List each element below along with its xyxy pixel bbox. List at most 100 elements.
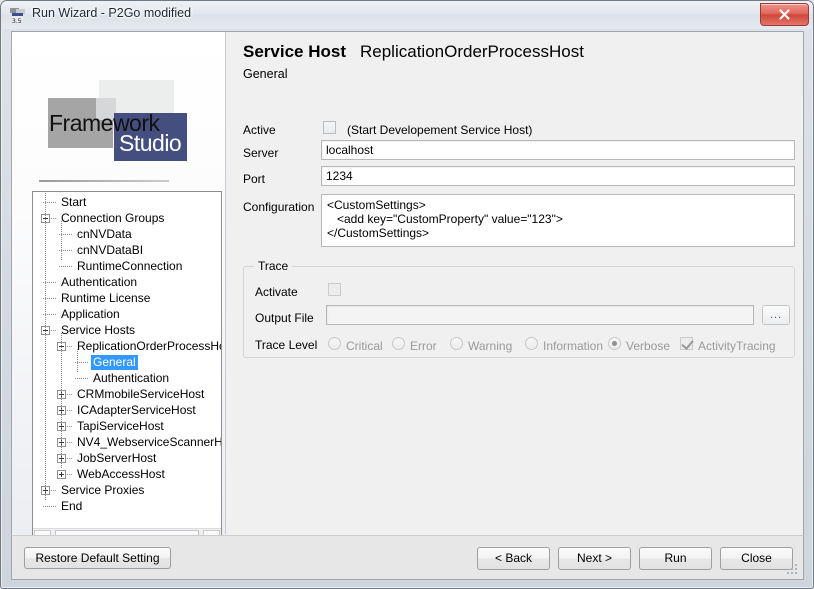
tree-item-label: Authentication [61, 275, 138, 289]
tree-item-application[interactable]: Application [33, 307, 221, 323]
trace-activate-label: Activate [255, 285, 298, 299]
server-label: Server [243, 146, 279, 160]
tree-connector [83, 378, 89, 379]
trace-level-warning-label: Warning [468, 339, 513, 353]
tree-connector [51, 330, 57, 331]
tree-item-label: JobServerHost [77, 451, 157, 465]
close-window-button[interactable] [760, 3, 809, 26]
tree-connector [51, 506, 57, 507]
trace-level-error-label: Error [410, 339, 437, 353]
tree-item-label: End [61, 499, 83, 513]
svg-text:3.5: 3.5 [12, 18, 22, 23]
tree-connector [51, 218, 57, 219]
tree-item-start[interactable]: Start [33, 195, 221, 211]
tree-item-label: TapiServiceHost [77, 419, 164, 433]
tree-item-label: Start [61, 195, 87, 209]
trace-level-information-label: Information [543, 339, 604, 353]
tree-connector [67, 458, 73, 459]
tree-item-label: ICAdapterServiceHost [77, 403, 196, 417]
tree-connector [51, 298, 57, 299]
expand-icon[interactable] [57, 470, 66, 479]
tree-connector [45, 192, 46, 501]
tree-item-authentication[interactable]: Authentication [33, 275, 221, 291]
tree-item-label: CRMmobileServiceHost [77, 387, 205, 401]
tree-connector [61, 333, 62, 469]
tree-connector [43, 506, 50, 507]
trace-level-error-radio[interactable] [392, 337, 405, 350]
resize-grip-icon[interactable] [787, 564, 799, 576]
tree-connector [83, 362, 89, 363]
trace-level-critical-label: Critical [346, 339, 383, 353]
tree-connector [67, 442, 73, 443]
logo-divider [39, 180, 169, 182]
title-bar: 3.5 Run Wizard - P2Go modified [1, 1, 813, 29]
window-title: Run Wizard - P2Go modified [32, 6, 192, 20]
tree-connector [59, 266, 66, 267]
close-icon [761, 4, 808, 25]
tree-item-label: Runtime License [61, 291, 151, 305]
tree-connector [67, 234, 73, 235]
tree-item-label: NV4_WebserviceScannerHos [77, 435, 221, 449]
tree-connector [51, 490, 57, 491]
tree-connector [51, 202, 57, 203]
port-input[interactable]: 1234 [321, 166, 795, 186]
section-title: General [243, 67, 288, 81]
tree-item-runtimeconnection[interactable]: RuntimeConnection [33, 259, 221, 275]
run-button[interactable]: Run [639, 547, 712, 570]
trace-activate-checkbox[interactable] [328, 283, 341, 296]
activity-tracing-checkbox[interactable] [680, 337, 693, 350]
tree-connector [67, 346, 73, 347]
output-file-browse-button[interactable]: ... [762, 305, 790, 325]
trace-groupbox: Trace Activate Output File ... Trace Lev… [243, 259, 795, 358]
tree-item-webaccesshost[interactable]: WebAccessHost [33, 467, 221, 483]
tree-connector [61, 221, 62, 261]
tree-connector [67, 426, 73, 427]
tree-connector [51, 314, 57, 315]
activity-tracing-label: ActivityTracing [698, 339, 776, 353]
output-file-label: Output File [255, 311, 314, 325]
tree-connector [77, 349, 78, 373]
trace-level-warning-radio[interactable] [450, 337, 463, 350]
tree-item-runtime-license[interactable]: Runtime License [33, 291, 221, 307]
trace-level-information-radio[interactable] [525, 337, 538, 350]
tree-scroll-region: Start Connection Groups cnNVData cnNVDataBI… [33, 192, 221, 532]
tree-connector [67, 250, 73, 251]
tree-item-label: WebAccessHost [77, 467, 165, 481]
configuration-textarea[interactable]: <CustomSettings> <add key="CustomPropert… [321, 194, 795, 247]
tree-item-label: cnNVDataBI [77, 243, 144, 257]
active-checkbox[interactable] [323, 121, 336, 134]
tree-connector [67, 410, 73, 411]
tree-connector [67, 394, 73, 395]
app-icon: 3.5 [10, 7, 26, 25]
trace-level-verbose-label: Verbose [626, 339, 671, 353]
tree-item-label: General [91, 355, 138, 370]
active-hint-label: (Start Developement Service Host) [347, 123, 533, 137]
tree-horizontal-scrollbar[interactable]: ◄ ► [33, 528, 221, 535]
tree-item-label: RuntimeConnection [77, 259, 183, 273]
tree-item-label: Connection Groups [61, 211, 165, 225]
page-title: Service Host [243, 42, 346, 61]
output-file-input[interactable] [326, 305, 754, 325]
port-label: Port [243, 172, 266, 186]
tree-item-label: cnNVData [77, 227, 132, 241]
server-input[interactable]: localhost [321, 140, 795, 160]
framework-studio-logo: Framework Studio [39, 78, 219, 186]
tree-connector [67, 474, 73, 475]
content-pane: Service Host ReplicationOrderProcessHost… [226, 32, 803, 534]
logo-text-studio: Studio [119, 130, 182, 156]
next-button[interactable]: Next > [558, 547, 631, 570]
tree-item-service-proxies[interactable]: Service Proxies [33, 483, 221, 499]
tree-item-label: Service Hosts [61, 323, 136, 337]
trace-level-verbose-radio[interactable] [608, 337, 621, 350]
restore-default-setting-button[interactable]: Restore Default Setting [24, 547, 171, 569]
trace-groupbox-title: Trace [254, 259, 293, 273]
dialog-footer: Restore Default Setting < Back Next > Ru… [11, 535, 804, 580]
navigation-tree[interactable]: Start Connection Groups cnNVData cnNVDataBI… [32, 191, 222, 535]
tree-item-end[interactable]: End [33, 499, 221, 515]
trace-level-critical-radio[interactable] [328, 337, 341, 350]
tree-connector [51, 282, 57, 283]
tree-item-label: Application [61, 307, 120, 321]
back-button[interactable]: < Back [477, 547, 550, 570]
tree-item-label: Authentication [93, 371, 170, 385]
close-button[interactable]: Close [720, 547, 793, 570]
